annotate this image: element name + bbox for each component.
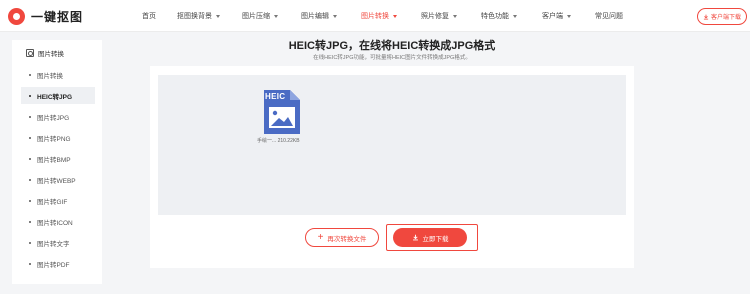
download-now-label: 立即下载 [422, 235, 449, 243]
file-name-label: 手绘一... [257, 138, 277, 144]
sidebar-item-to-gif[interactable]: 图片转GIF [21, 192, 95, 209]
sidebar-item-to-pdf[interactable]: 图片转PDF [21, 255, 95, 272]
sidebar-item-heic-to-jpg[interactable]: HEIC转JPG [21, 87, 95, 104]
nav-item-edit[interactable]: 图片编辑 [301, 11, 337, 21]
chevron-down-icon [567, 14, 571, 18]
sidebar-item-label: 图片转换 [37, 72, 63, 80]
nav-item-compress[interactable]: 图片压缩 [242, 11, 278, 21]
sidebar-title-label: 图片转换 [38, 51, 64, 58]
nav-label: 常见问题 [595, 13, 623, 20]
sidebar-item-label: 图片转PDF [37, 261, 70, 269]
bullet-icon [29, 157, 31, 160]
sidebar-item-to-webp[interactable]: 图片转WEBP [21, 171, 95, 188]
nav-label: 抠图换背景 [177, 13, 212, 20]
nav-label: 图片编辑 [301, 13, 329, 20]
sidebar-item-label: 图片转WEBP [37, 177, 76, 185]
nav-item-cutout[interactable]: 抠图换背景 [177, 11, 220, 21]
bullet-icon [29, 178, 31, 181]
nav-label: 客户端 [542, 13, 563, 20]
sidebar: 图片转换 图片转换 HEIC转JPG 图片转JPG 图片转PNG 图片转BMP … [12, 40, 102, 284]
sidebar-item-label: 图片转BMP [37, 156, 71, 164]
bullet-icon [29, 241, 31, 244]
sidebar-item-to-jpg[interactable]: 图片转JPG [21, 108, 95, 125]
download-icon [412, 234, 418, 241]
page-subtitle: 在线HEIC转JPG功能，可批量将HEIC图片文件转换成JPG格式。 [313, 55, 471, 61]
logo-icon [8, 7, 25, 25]
client-download-label: 客户端下载 [710, 15, 741, 21]
nav-label: 照片修复 [421, 13, 449, 20]
bullet-icon [29, 220, 31, 223]
brand-name: 一键抠图 [31, 9, 84, 24]
nav-item-repair[interactable]: 照片修复 [421, 11, 457, 21]
sidebar-item-label: 图片转ICON [37, 219, 73, 227]
chevron-down-icon [453, 14, 457, 18]
chevron-down-icon [216, 14, 220, 18]
nav-label: 首页 [142, 13, 156, 20]
chevron-down-icon [393, 14, 397, 18]
file-size: 210.22KB [277, 138, 300, 144]
sidebar-item-label: 图片转GIF [37, 198, 68, 206]
nav-item-convert[interactable]: 图片转换 [361, 11, 397, 21]
sidebar-item-label: 图片转文字 [37, 240, 70, 248]
chevron-down-icon [333, 14, 337, 18]
bullet-icon [29, 262, 31, 265]
bullet-icon [29, 94, 31, 97]
file-name: 手绘一... 210.22KB [257, 137, 317, 144]
nav-label: 图片转换 [361, 13, 389, 20]
bullet-icon [29, 199, 31, 202]
sidebar-item-to-bmp[interactable]: 图片转BMP [21, 150, 95, 167]
bullet-icon [29, 115, 31, 118]
converted-file-card[interactable]: HEIC 手绘一... 210.22KB [257, 90, 305, 146]
nav-label: 图片压缩 [242, 13, 270, 20]
download-icon [703, 14, 709, 19]
sidebar-item-to-png[interactable]: 图片转PNG [21, 129, 95, 146]
sidebar-item-to-icon[interactable]: 图片转ICON [21, 213, 95, 230]
sidebar-item-label: 图片转JPG [37, 114, 70, 122]
image-convert-icon [26, 49, 34, 57]
nav-item-features[interactable]: 特色功能 [481, 11, 517, 21]
top-header: 一键抠图 首页 抠图换背景 图片压缩 图片编辑 图片转换 照片修复 特色功能 客… [0, 0, 750, 32]
bullet-icon [29, 73, 31, 76]
chevron-down-icon [274, 14, 278, 18]
file-badge: HEIC [265, 92, 286, 101]
client-download-button[interactable]: 客户端下载 [697, 8, 747, 25]
nav-item-faq[interactable]: 常见问题 [595, 11, 623, 21]
nav-item-home[interactable]: 首页 [142, 11, 156, 21]
sidebar-item-label: 图片转PNG [37, 135, 71, 143]
plus-icon: + [317, 231, 324, 243]
download-now-button[interactable]: 立即下载 [393, 228, 467, 247]
nav-item-client[interactable]: 客户端 [542, 11, 571, 21]
brand-logo[interactable]: 一键抠图 [8, 7, 83, 25]
sidebar-title: 图片转换 [26, 48, 64, 58]
page-title: HEIC转JPG，在线将HEIC转换成JPG格式 [288, 40, 496, 52]
sidebar-item-image-convert[interactable]: 图片转换 [21, 66, 95, 83]
sidebar-item-to-text[interactable]: 图片转文字 [21, 234, 95, 251]
nav-label: 特色功能 [481, 13, 509, 20]
convert-again-button[interactable]: + 再次转换文件 [305, 228, 379, 247]
file-drop-area[interactable] [158, 75, 626, 215]
sidebar-item-label: HEIC转JPG [37, 93, 73, 101]
bullet-icon [29, 136, 31, 139]
convert-again-label: 再次转换文件 [327, 235, 367, 243]
chevron-down-icon [513, 14, 517, 18]
